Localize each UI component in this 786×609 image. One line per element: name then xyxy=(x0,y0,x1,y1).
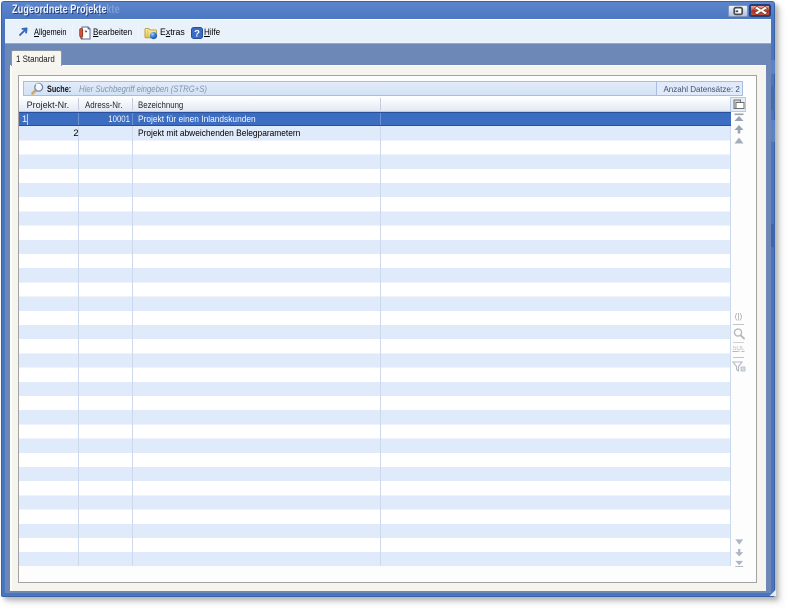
svg-text:?: ? xyxy=(194,28,200,39)
